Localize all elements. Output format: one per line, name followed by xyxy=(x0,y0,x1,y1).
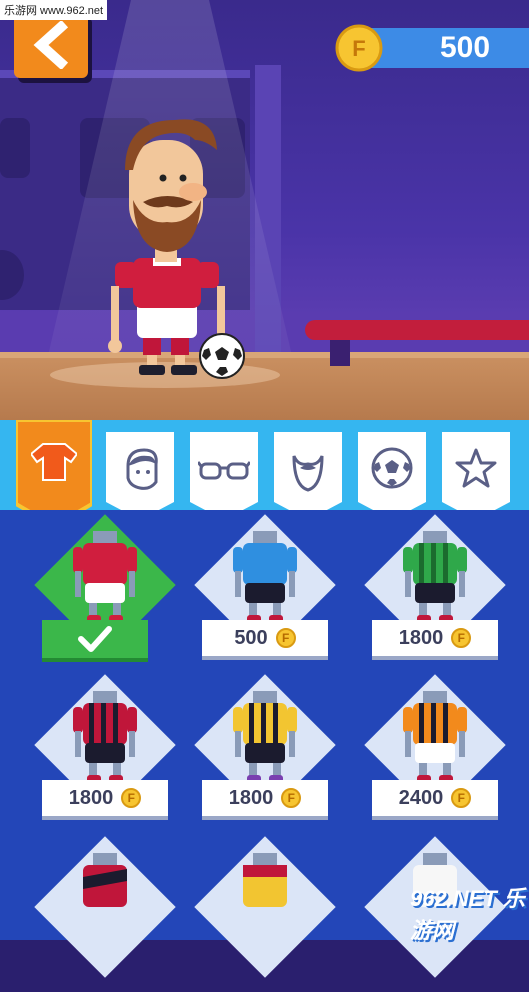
star-icon xyxy=(455,448,497,488)
price-value: 1800 xyxy=(398,626,444,649)
coin-icon: F xyxy=(335,24,383,72)
hair-face-icon xyxy=(126,448,158,490)
corner-watermark-logo: 962.NET 乐游网 xyxy=(410,886,525,943)
coin-icon: F xyxy=(275,628,296,648)
svg-text:F: F xyxy=(352,36,365,61)
site-watermark: 乐游网 www.962.net xyxy=(0,0,108,20)
coin-icon: F xyxy=(451,788,472,808)
tab-hair[interactable] xyxy=(106,432,174,520)
kit-mannequin xyxy=(233,531,297,623)
kit-mannequin xyxy=(403,691,467,783)
kit-mannequin xyxy=(403,531,467,623)
coin-icon: F xyxy=(121,788,142,808)
kit-card-equipped[interactable] xyxy=(30,514,180,670)
kit-card[interactable]: 2400 F xyxy=(360,674,510,830)
bench xyxy=(305,320,529,340)
kit-mannequin xyxy=(233,691,297,783)
tab-beard[interactable] xyxy=(274,432,342,520)
price-value: 1800 xyxy=(68,786,114,809)
shirt-icon xyxy=(31,443,77,481)
glasses-icon xyxy=(198,461,250,480)
kit-card[interactable] xyxy=(30,836,180,992)
price-tag[interactable]: 1800 F xyxy=(372,620,498,656)
tab-ball[interactable] xyxy=(358,432,426,520)
kit-card[interactable]: 1800 F xyxy=(190,674,340,830)
soccer-ball xyxy=(199,333,245,379)
kit-mannequin xyxy=(73,531,137,623)
price-value: 1800 xyxy=(228,786,274,809)
price-tag[interactable]: 1800 F xyxy=(42,780,168,816)
kit-jersey xyxy=(83,853,127,907)
tab-glasses[interactable] xyxy=(190,432,258,520)
checkmark-icon xyxy=(78,626,112,652)
equipped-badge xyxy=(42,620,148,658)
soccer-ball-icon xyxy=(371,447,413,489)
price-value: 2400 xyxy=(398,786,444,809)
kit-card[interactable]: 1800 F xyxy=(30,674,180,830)
price-tag[interactable]: 2400 F xyxy=(372,780,498,816)
tab-celebration[interactable] xyxy=(442,432,510,520)
hanging-shirt xyxy=(0,118,30,178)
bench-leg xyxy=(330,340,350,366)
kit-card[interactable]: 1800 F xyxy=(360,514,510,670)
coin-icon: F xyxy=(451,628,472,648)
kit-jersey xyxy=(243,853,287,907)
kit-mannequin xyxy=(73,691,137,783)
price-value: 500 xyxy=(234,626,268,649)
kit-card[interactable]: 500 F xyxy=(190,514,340,670)
chevron-left-icon xyxy=(33,21,69,69)
beard-icon xyxy=(292,455,324,492)
back-button[interactable] xyxy=(14,12,88,78)
kit-card[interactable] xyxy=(190,836,340,992)
coin-balance: 500 xyxy=(439,31,491,64)
price-tag[interactable]: 500 F xyxy=(202,620,328,656)
coin-icon: F xyxy=(281,788,302,808)
price-tag[interactable]: 1800 F xyxy=(202,780,328,816)
